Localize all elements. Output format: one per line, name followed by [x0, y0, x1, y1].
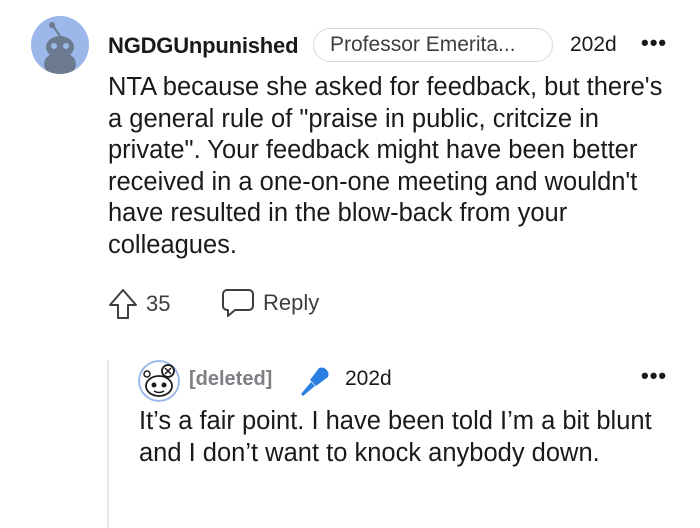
- thread-line[interactable]: [107, 360, 109, 528]
- reply-timestamp[interactable]: 202d: [345, 367, 392, 391]
- username[interactable]: NGDGUnpunished: [108, 33, 299, 59]
- reply-body: It’s a fair point. I have been told I’m …: [139, 406, 659, 469]
- deleted-username: [deleted]: [189, 368, 273, 390]
- comment-text: NTA because she asked for feedback, but …: [108, 73, 663, 259]
- reply-more-options-icon[interactable]: •••: [641, 363, 667, 389]
- reply-text: It’s a fair point. I have been told I’m …: [139, 407, 652, 467]
- reddit-avatar-icon: [31, 16, 89, 74]
- upvote-arrow-icon[interactable]: [108, 288, 138, 320]
- reply-label: Reply: [263, 290, 320, 315]
- reply-avatar[interactable]: [138, 360, 180, 402]
- user-flair: Professor Emerita...: [313, 28, 553, 62]
- microphone-icon: [297, 364, 331, 403]
- reply-button[interactable]: Reply: [221, 288, 319, 318]
- avatar[interactable]: [31, 16, 89, 74]
- upvote-button[interactable]: 35: [108, 288, 170, 320]
- vote-count: 35: [146, 291, 171, 316]
- timestamp[interactable]: 202d: [570, 33, 617, 57]
- comment-body: NTA because she asked for feedback, but …: [108, 72, 668, 261]
- snoo-avatar-icon: [138, 360, 180, 402]
- speech-bubble-icon: [222, 289, 254, 317]
- more-options-icon[interactable]: •••: [641, 30, 667, 56]
